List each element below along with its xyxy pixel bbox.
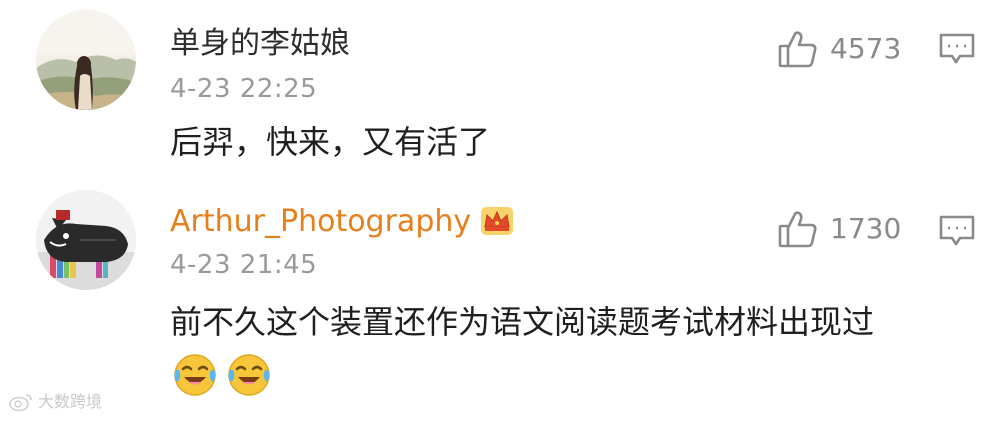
comment-timestamp: 4-23 21:45 <box>170 250 318 280</box>
comment-item: 单身的李姑娘 4-23 22:25 4573 后羿，快来，又有活了 <box>0 0 1000 190</box>
username[interactable]: Arthur_Photography <box>170 204 515 246</box>
comment-timestamp: 4-23 22:25 <box>170 74 318 104</box>
like-button[interactable]: 4573 <box>778 30 901 68</box>
weibo-logo-icon <box>9 394 32 412</box>
watermark-text: 大数跨境 <box>38 392 103 411</box>
comment-item: Arthur_Photography 4-23 21:45 1730 前不久这个… <box>0 190 1000 423</box>
thumbs-up-icon <box>778 31 817 68</box>
cat-avatar-icon <box>36 190 136 290</box>
emoji-row <box>172 352 272 398</box>
reply-comment-icon <box>939 33 975 64</box>
reply-button[interactable] <box>938 214 976 252</box>
username[interactable]: 单身的李姑娘 <box>170 26 350 62</box>
like-count: 4573 <box>830 32 902 65</box>
crown-icon <box>479 205 515 246</box>
like-button[interactable]: 1730 <box>778 210 901 248</box>
watermark: 大数跨境 <box>8 392 102 412</box>
comment-text: 前不久这个装置还作为语文阅读题考试材料出现过 <box>170 303 875 341</box>
reply-button[interactable] <box>938 32 976 70</box>
reply-comment-icon <box>939 215 975 246</box>
comment-text: 后羿，快来，又有活了 <box>170 123 491 161</box>
username-label: Arthur_Photography <box>170 204 472 239</box>
thumbs-up-icon <box>778 211 817 248</box>
like-count: 1730 <box>830 212 902 245</box>
laugh-cry-emoji <box>228 354 270 396</box>
user-avatar[interactable] <box>36 10 136 110</box>
landscape-avatar-icon <box>36 10 136 110</box>
comment-list: 单身的李姑娘 4-23 22:25 4573 后羿，快来，又有活了 Arthur… <box>0 0 1000 423</box>
user-avatar[interactable] <box>36 190 136 290</box>
laugh-cry-emoji <box>174 354 216 396</box>
